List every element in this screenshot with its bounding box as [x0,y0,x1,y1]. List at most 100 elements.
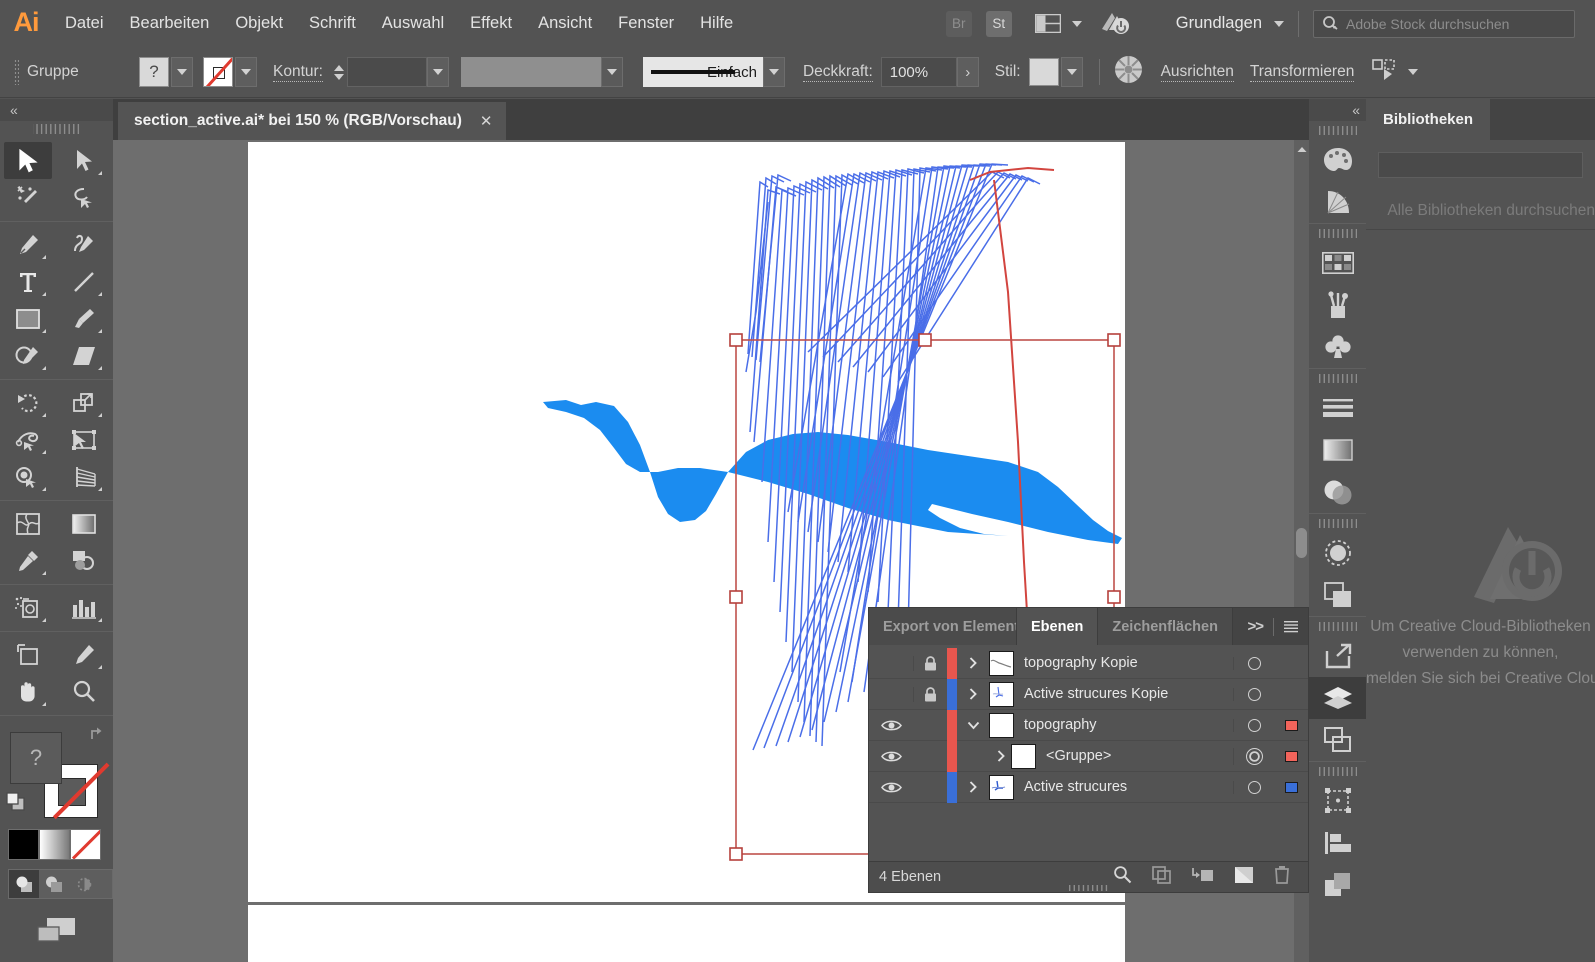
menu-fenster[interactable]: Fenster [605,10,687,37]
stroke-panel-icon[interactable] [1309,387,1366,429]
tab-bibliotheken[interactable]: Bibliotheken [1366,99,1491,140]
gradient-swatch-button[interactable] [39,829,70,860]
none-swatch-button[interactable] [70,829,101,860]
creative-cloud-icon[interactable] [1098,9,1132,39]
menu-schrift[interactable]: Schrift [296,10,369,37]
pen-tool[interactable] [4,226,52,263]
pathfinder-panel-icon[interactable] [1309,864,1366,906]
dock-collapse-button[interactable]: « [1309,99,1366,121]
opacity-options-button[interactable]: › [956,57,979,87]
create-new-layer-icon[interactable] [1234,866,1254,889]
opacity-input[interactable]: 100% [880,57,957,87]
locate-object-icon[interactable] [1113,865,1132,889]
select-similar-chevron-down-icon[interactable] [1408,69,1419,75]
target-indicator[interactable] [1233,687,1275,701]
expand-arrow[interactable] [957,657,989,669]
layer-thumbnail[interactable] [1011,743,1036,769]
mesh-tool[interactable] [4,505,52,542]
visibility-toggle[interactable] [869,719,913,732]
gradient-panel-icon[interactable] [1309,429,1366,471]
draw-behind-mode[interactable] [39,870,69,898]
document-tab[interactable]: section_active.ai* bei 150 % (RGB/Vorsch… [118,102,506,140]
collapse-arrow[interactable] [957,721,989,730]
graphic-styles-panel-icon[interactable] [1309,574,1366,616]
bridge-icon[interactable]: Br [945,10,972,37]
line-segment-tool[interactable] [60,263,108,300]
dock-grip[interactable] [1318,767,1357,776]
create-new-sublayer-icon[interactable] [1192,866,1214,889]
color-guide-panel-icon[interactable] [1309,181,1366,223]
fill-dropdown[interactable] [171,57,193,87]
tab-ebenen[interactable]: Ebenen [1017,608,1099,645]
scale-tool[interactable] [60,384,108,421]
appearance-panel-icon[interactable] [1309,532,1366,574]
target-indicator[interactable] [1233,780,1275,794]
control-bar-grip[interactable] [14,59,19,85]
width-tool[interactable] [4,421,52,458]
lock-toggle[interactable] [913,655,947,671]
target-indicator[interactable] [1233,656,1275,670]
eyedropper-tool[interactable] [4,542,52,579]
curvature-tool[interactable] [60,226,108,263]
layer-thumbnail[interactable] [989,650,1014,676]
menu-ansicht[interactable]: Ansicht [525,10,605,37]
make-clipping-mask-icon[interactable] [1152,865,1172,889]
default-fill-stroke-icon[interactable] [6,792,28,814]
menu-datei[interactable]: Datei [52,10,117,37]
menu-hilfe[interactable]: Hilfe [687,10,746,37]
library-selector[interactable] [1378,152,1583,178]
hand-tool[interactable] [4,673,52,710]
table-row[interactable]: Active strucures [869,771,1308,803]
tools-collapse-button[interactable]: « [0,99,113,121]
magic-wand-tool[interactable] [4,179,52,216]
tools-panel-grip[interactable] [32,124,81,134]
draw-normal-mode[interactable] [9,870,39,898]
stock-search-input[interactable]: Adobe Stock durchsuchen [1313,9,1575,38]
workspace-switcher[interactable]: Grundlagen [1176,14,1262,33]
variable-width-input[interactable] [460,57,601,87]
gradient-tool[interactable] [60,505,108,542]
layer-thumbnail[interactable] [989,712,1014,738]
layer-name[interactable]: Active strucures Kopie [1024,686,1168,702]
lock-toggle[interactable] [913,686,947,702]
opacity-label[interactable]: Deckkraft: [802,63,873,82]
dock-grip[interactable] [1318,229,1357,238]
rotate-tool[interactable] [4,384,52,421]
stroke-weight-input[interactable] [346,57,427,87]
stroke-profile-select[interactable]: Einfach [642,57,763,87]
variable-width-dropdown[interactable] [600,57,623,87]
table-row[interactable]: topography [869,709,1308,741]
slice-tool[interactable] [60,636,108,673]
column-graph-tool[interactable] [60,589,108,626]
color-swatch-button[interactable] [8,829,39,860]
menu-objekt[interactable]: Objekt [222,10,296,37]
stroke-swatch[interactable] [203,57,233,87]
library-search-input[interactable]: Alle Bibliotheken durchsuchen [1366,192,1595,230]
dock-grip[interactable] [1318,374,1357,383]
layer-name[interactable]: topography Kopie [1024,655,1138,671]
visibility-toggle[interactable] [869,750,913,763]
panel-menu-icon[interactable] [1284,620,1298,633]
layer-thumbnail[interactable] [989,681,1014,707]
expand-arrow[interactable] [957,750,1011,762]
layers-panel-resize-grip[interactable] [1068,885,1109,891]
stroke-dropdown[interactable] [235,57,257,87]
arrange-chevron-down-icon[interactable] [1071,20,1082,27]
graphic-style-dropdown[interactable] [1060,57,1083,87]
expand-arrow[interactable] [957,688,989,700]
layer-thumbnail[interactable] [989,774,1014,800]
brushes-panel-icon[interactable] [1309,284,1366,326]
graphic-style-swatch[interactable] [1028,58,1059,86]
shape-builder-tool[interactable] [4,458,52,495]
dock-grip[interactable] [1318,126,1357,135]
close-icon[interactable]: ✕ [480,112,493,130]
align-panel-icon[interactable] [1309,822,1366,864]
change-screen-mode-button[interactable] [33,913,81,947]
layer-name[interactable]: <Gruppe> [1046,748,1111,764]
toolbar-fill-swatch[interactable]: ? [10,732,62,784]
perspective-grid-tool[interactable] [60,458,108,495]
stroke-weight-label[interactable]: Kontur: [273,63,323,82]
scroll-up-icon[interactable] [1294,140,1309,158]
shaper-tool[interactable] [4,337,52,374]
stroke-profile-dropdown[interactable] [762,57,785,87]
